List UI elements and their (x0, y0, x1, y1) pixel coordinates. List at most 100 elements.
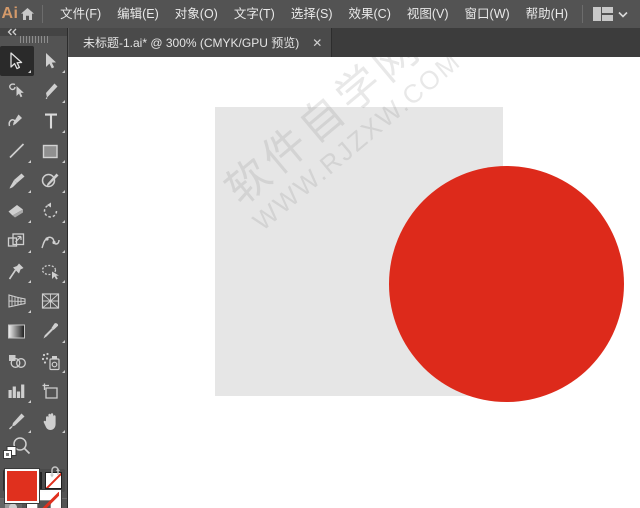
type-tool[interactable] (34, 106, 68, 136)
menu-window[interactable]: 窗口(W) (457, 0, 518, 28)
blend-tool[interactable] (0, 346, 34, 376)
direct-selection-tool[interactable] (34, 46, 68, 76)
rotate-tool[interactable] (34, 196, 68, 226)
artboard-tool[interactable] (34, 376, 68, 406)
shaper-tool[interactable] (34, 166, 68, 196)
selection-tool[interactable] (0, 46, 34, 76)
menu-select[interactable]: 选择(S) (283, 0, 341, 28)
menu-help[interactable]: 帮助(H) (518, 0, 576, 28)
menu-type[interactable]: 文字(T) (226, 0, 283, 28)
rectangle-tool[interactable] (34, 136, 68, 166)
close-icon[interactable]: ✕ (312, 37, 322, 49)
warp-icon (40, 236, 60, 249)
tools-panel (0, 28, 68, 508)
illustrator-window: Ai 文件(F) 编辑(E) 对象(O) 文字(T) 选择(S) 效果(C) 视… (0, 0, 640, 508)
tool-flyout-indicator (61, 370, 65, 373)
symbol-sprayer-icon (41, 352, 60, 370)
line-segment-tool[interactable] (0, 136, 34, 166)
rotate-icon (43, 202, 57, 218)
pushpin-icon (8, 263, 24, 279)
workspace-grid-icon (593, 7, 614, 21)
tool-flyout-indicator (61, 130, 65, 133)
workspace-switcher[interactable] (589, 7, 632, 21)
canvas-area[interactable]: 软件自学网 WWW.RJZXW.COM (68, 57, 640, 508)
home-icon[interactable] (20, 7, 36, 21)
fill-swatch[interactable] (3, 468, 40, 504)
magic-wand-tool[interactable] (0, 76, 34, 106)
shape-builder-tool[interactable] (34, 256, 68, 286)
symbol-sprayer-tool[interactable] (34, 346, 68, 376)
arrow-solid-outline-icon (10, 52, 23, 70)
eraser-icon (8, 204, 23, 217)
menu-edit[interactable]: 编辑(E) (109, 0, 167, 28)
pen-tool[interactable] (34, 76, 68, 106)
document-tab[interactable]: 未标题-1.ai* @ 300% (CMYK/GPU 预览) ✕ (68, 28, 333, 57)
chevron-down-icon (618, 11, 628, 18)
magic-wand-icon (9, 83, 24, 98)
tool-flyout-indicator (27, 430, 31, 433)
gradient-tool[interactable] (0, 316, 34, 346)
free-transform-tool[interactable] (0, 256, 34, 286)
hand-icon (43, 412, 56, 430)
swap-arrow-icon (49, 466, 60, 478)
tool-flyout-indicator (61, 160, 65, 163)
menu-view[interactable]: 视图(V) (399, 0, 457, 28)
perspective-grid-tool[interactable] (0, 286, 34, 316)
scale-tool[interactable] (0, 226, 34, 256)
menubar-divider-right (582, 5, 584, 23)
tool-flyout-indicator (61, 100, 65, 103)
tool-flyout-indicator (61, 220, 65, 223)
app-logo: Ai (1, 5, 19, 22)
scale-icon (7, 232, 25, 247)
eyedropper-tool[interactable] (34, 316, 68, 346)
tool-flyout-indicator (61, 190, 65, 193)
double-chevron-left-icon (7, 28, 17, 36)
hand-tool[interactable] (34, 406, 68, 436)
tool-flyout-indicator (61, 280, 65, 283)
tool-flyout-indicator (27, 220, 31, 223)
paintbrush-icon (9, 173, 24, 189)
curvature-tool[interactable] (0, 106, 34, 136)
tool-flyout-indicator (27, 70, 31, 73)
shaper-pencil-icon (41, 173, 59, 188)
tool-flyout-indicator (27, 310, 31, 313)
eyedropper-icon (43, 323, 58, 339)
slice-knife-icon (8, 413, 24, 430)
menu-object[interactable]: 对象(O) (167, 0, 226, 28)
tool-flyout-indicator (27, 160, 31, 163)
tool-grid (0, 43, 67, 436)
line-icon (8, 143, 24, 159)
width-tool[interactable] (34, 226, 68, 256)
panel-drag-handle[interactable] (0, 36, 67, 43)
tool-flyout-indicator (27, 400, 31, 403)
menubar-divider (41, 5, 43, 23)
tool-flyout-indicator (61, 70, 65, 73)
tool-flyout-indicator (61, 430, 65, 433)
menu-file[interactable]: 文件(F) (52, 0, 109, 28)
artboard (215, 107, 624, 402)
document-tab-bar: 未标题-1.ai* @ 300% (CMYK/GPU 预览) ✕ (0, 28, 640, 57)
slice-tool[interactable] (0, 406, 34, 436)
tool-flyout-indicator (27, 280, 31, 283)
red-circle[interactable] (389, 166, 624, 402)
perspective-grid-icon (7, 294, 26, 308)
mesh-tool[interactable] (34, 286, 68, 316)
tool-flyout-indicator (61, 340, 65, 343)
collapse-panel-button[interactable] (0, 28, 67, 36)
menu-effect[interactable]: 效果(C) (341, 0, 399, 28)
tool-flyout-indicator (27, 190, 31, 193)
default-fill-stroke-button[interactable] (2, 446, 17, 460)
eraser-tool[interactable] (0, 196, 34, 226)
swap-fill-stroke-button[interactable] (49, 465, 64, 478)
blend-icon (8, 354, 26, 368)
artboard-icon (42, 383, 58, 399)
document-tab-title: 未标题-1.ai* @ 300% (CMYK/GPU 预览) (83, 36, 300, 50)
menu-item-list: 文件(F) 编辑(E) 对象(O) 文字(T) 选择(S) 效果(C) 视图(V… (52, 0, 576, 28)
menubar-right-group (576, 5, 640, 23)
column-graph-tool[interactable] (0, 376, 34, 406)
shape-builder-icon (41, 264, 59, 279)
paintbrush-tool[interactable] (0, 166, 34, 196)
rectangle-icon (42, 144, 58, 158)
menu-bar: Ai 文件(F) 编辑(E) 对象(O) 文字(T) 选择(S) 效果(C) 视… (0, 0, 640, 28)
gradient-icon (8, 324, 25, 338)
